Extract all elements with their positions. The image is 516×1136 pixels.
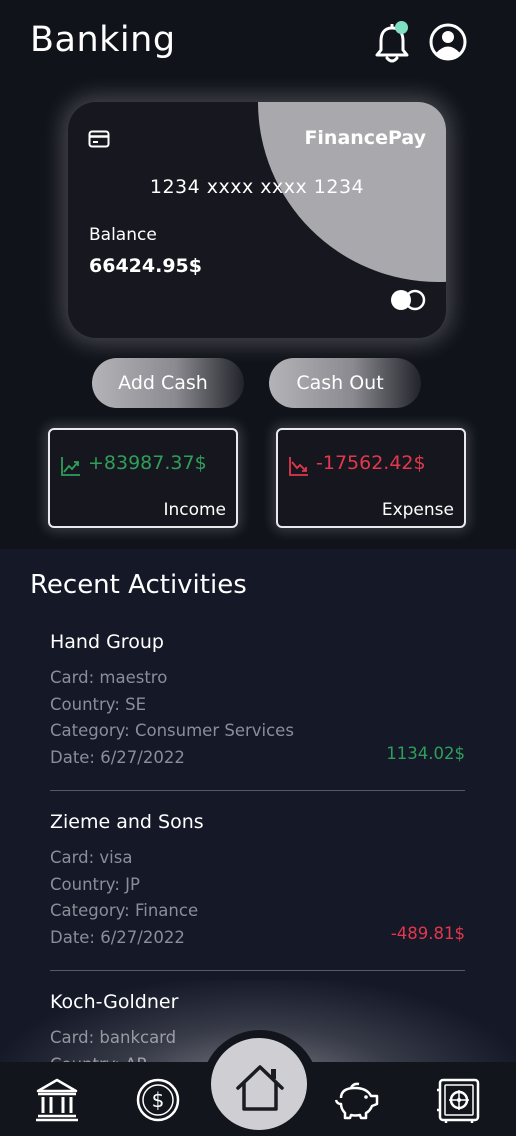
activity-category: Category: Finance xyxy=(50,901,199,920)
notification-dot xyxy=(395,21,408,34)
activity-item[interactable]: Hand Group Card: maestro Country: SE Cat… xyxy=(50,629,465,771)
expense-value: -17562.42$ xyxy=(316,452,426,474)
card-number: 1234 xxxx xxxx 1234 xyxy=(149,176,365,198)
home-icon[interactable] xyxy=(233,1062,287,1114)
recent-activities-title: Recent Activities xyxy=(30,570,247,600)
trending-up-icon xyxy=(61,457,80,476)
income-label: Income xyxy=(163,500,226,520)
activity-card: Card: maestro xyxy=(50,668,168,687)
divider xyxy=(50,790,465,791)
activity-name: Zieme and Sons xyxy=(50,811,204,833)
bank-icon[interactable] xyxy=(34,1077,80,1123)
piggy-bank-icon[interactable] xyxy=(333,1080,381,1120)
trending-down-icon xyxy=(289,457,308,476)
balance-label: Balance xyxy=(89,225,157,245)
expense-card[interactable]: -17562.42$ Expense xyxy=(276,428,466,528)
profile-icon[interactable] xyxy=(428,22,468,62)
page-title: Banking xyxy=(30,20,176,60)
add-cash-button[interactable]: Add Cash xyxy=(92,358,244,408)
activity-card: Card: visa xyxy=(50,848,133,867)
activity-country: Country: JP xyxy=(50,874,140,894)
activity-amount: -489.81$ xyxy=(390,924,465,943)
income-value: +83987.37$ xyxy=(88,452,207,474)
card-network-logo-icon xyxy=(391,289,426,311)
activity-item[interactable]: Zieme and Sons Card: visa Country: JP Ca… xyxy=(50,809,465,951)
bank-card[interactable]: FinancePay 1234 xxxx xxxx 1234 Balance 6… xyxy=(68,102,446,338)
expense-label: Expense xyxy=(381,500,454,520)
cash-out-button[interactable]: Cash Out xyxy=(269,358,421,408)
activity-amount: 1134.02$ xyxy=(386,744,465,763)
divider xyxy=(50,970,465,971)
dollar-icon[interactable]: $ xyxy=(135,1077,181,1123)
card-brand: FinancePay xyxy=(304,127,426,149)
activity-name: Hand Group xyxy=(50,631,164,653)
activity-country: Country: SE xyxy=(50,694,147,714)
safe-icon[interactable] xyxy=(436,1078,482,1124)
income-card[interactable]: +83987.37$ Income xyxy=(48,428,238,528)
credit-card-icon xyxy=(88,130,110,148)
svg-text:$: $ xyxy=(152,1088,165,1112)
balance-value: 66424.95$ xyxy=(89,255,202,277)
activity-category: Category: Consumer Services xyxy=(50,721,294,740)
activity-name: Koch-Goldner xyxy=(50,991,179,1013)
